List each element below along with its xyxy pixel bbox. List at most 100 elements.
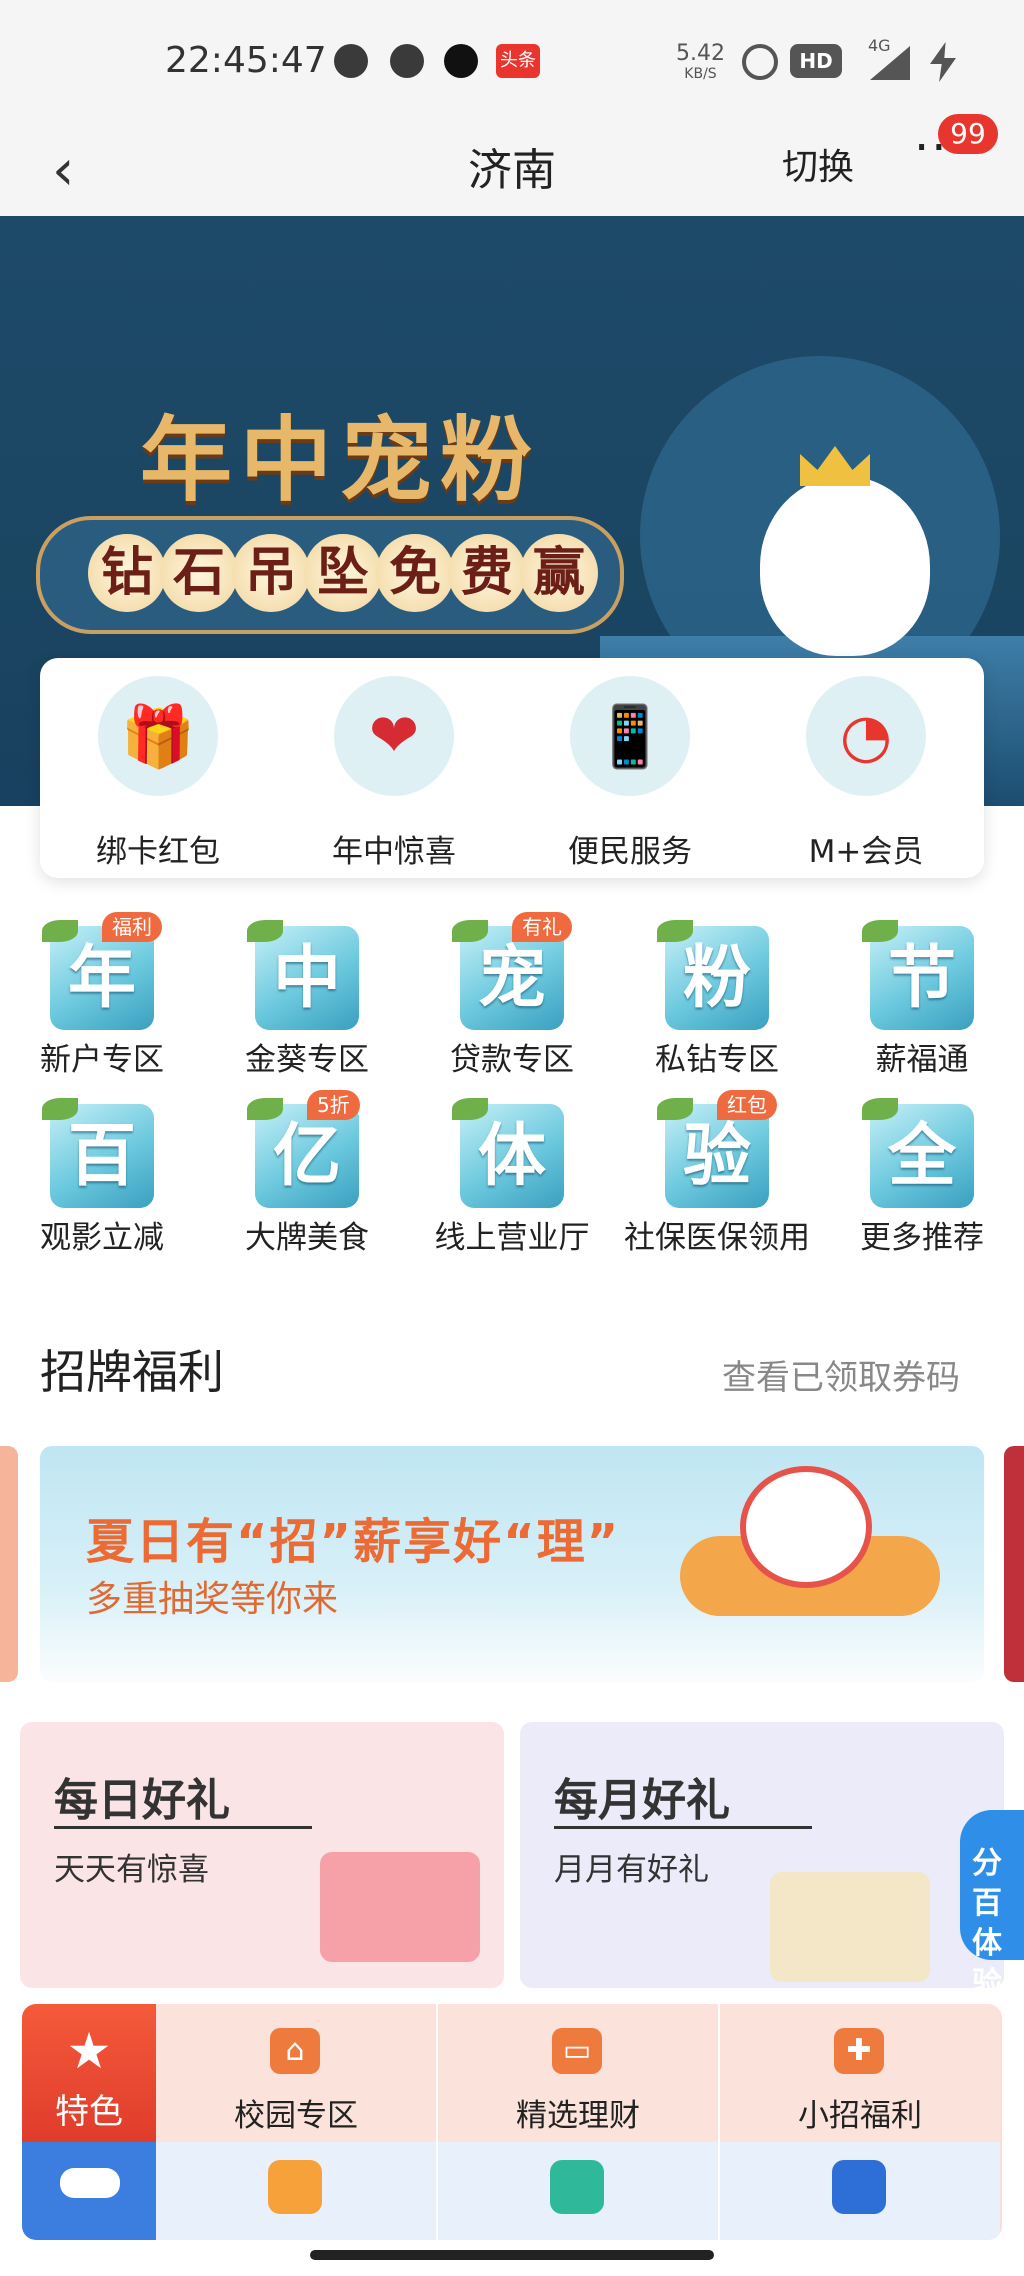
alarm-icon (742, 44, 778, 80)
grid-divider (718, 2004, 720, 2240)
home-indicator[interactable] (310, 2250, 714, 2260)
tiktok-icon (444, 44, 478, 78)
quick-item-bind-card[interactable]: 🎁 绑卡红包 (40, 658, 276, 878)
monthly-gift-card[interactable]: 每月好礼 月月有好礼 (520, 1722, 1004, 1988)
grid-item-new-user[interactable]: 年 福利 新户专区 (2, 912, 202, 1078)
carousel-next-card[interactable] (1004, 1446, 1024, 1682)
quick-item-convenience[interactable]: 📱 便民服务 (512, 658, 748, 878)
ofo-item[interactable] (438, 2142, 718, 2240)
campus-zone-item[interactable]: ⌂ 校园专区 (156, 2004, 436, 2142)
view-coupons-link[interactable]: 查看已领取券码 (722, 1350, 960, 1399)
floating-line-1: 分百 (972, 1846, 1002, 1921)
grid-label: 薪福通 (875, 1042, 969, 1078)
charging-icon (930, 42, 956, 82)
page-title: 济南 (468, 145, 556, 196)
wealth-item[interactable]: ▭ 精选理财 (438, 2004, 718, 2142)
grid-divider (436, 2004, 438, 2240)
grid-tag: 福利 (102, 912, 162, 942)
grid-item-private-diamond[interactable]: 粉 私钻专区 (617, 916, 817, 1078)
ribbon-char: 吊 (232, 534, 310, 612)
message-icon (334, 44, 368, 78)
grid-item-salary[interactable]: 节 薪福通 (822, 916, 1022, 1078)
ribbon-char: 钻 (88, 534, 166, 612)
leaf-icon (452, 1098, 488, 1120)
pilot-cat-image (740, 1466, 872, 1588)
grid-label: 社保医保领用 (624, 1220, 810, 1256)
carousel-prev-card[interactable] (0, 1446, 18, 1682)
gift-icon: ✚ (834, 2028, 884, 2074)
promo-headline: 夏日有“招”薪享好“理” (86, 1514, 621, 1570)
net-speed-unit: KB/S (684, 66, 717, 82)
leaf-icon (247, 1098, 283, 1120)
toutiao-icon: 头条 (496, 44, 540, 78)
gift-divider (54, 1826, 312, 1829)
grid-label: 更多推荐 (860, 1220, 984, 1256)
grid-tag: 5折 (307, 1090, 360, 1120)
grid-item-gold-sunflower[interactable]: 中 金葵专区 (207, 916, 407, 1078)
switch-city-button[interactable]: 切换 (782, 138, 854, 190)
railway-item[interactable] (720, 2142, 1000, 2240)
feature-tab[interactable]: ★ 特色 (22, 2004, 156, 2142)
status-bar: 22:45:47 头条 5.42 KB/S HD 4G (0, 0, 1024, 120)
quick-item-label: 便民服务 (568, 834, 692, 870)
car-tab[interactable] (22, 2142, 156, 2240)
tile-char-icon: 全 (870, 1104, 974, 1208)
leaf-icon (42, 920, 78, 942)
grid-label: 贷款专区 (450, 1042, 574, 1078)
grid-label: 私钻专区 (655, 1042, 779, 1078)
banner-headline: 年中宠粉 (140, 406, 541, 514)
ribbon-char: 费 (448, 534, 526, 612)
ribbon-char: 石 (160, 534, 238, 612)
grid-item-more[interactable]: 全 更多推荐 (822, 1094, 1022, 1256)
grid-item-movie[interactable]: 百 观影立减 (2, 1094, 202, 1256)
gift-subtitle: 月月有好礼 (554, 1852, 709, 1888)
grid-item-food[interactable]: 亿 5折 大牌美食 (207, 1090, 407, 1256)
daily-gift-card[interactable]: 每日好礼 天天有惊喜 (20, 1722, 504, 1988)
tile-char-icon: 体 (460, 1104, 564, 1208)
feature-grid: ★ 特色 ⌂ 校园专区 ▭ 精选理财 ✚ 小招福利 (22, 2004, 1002, 2240)
quick-item-label: M+会员 (808, 834, 924, 870)
ribbon-char: 坠 (304, 534, 382, 612)
didi-icon (268, 2160, 322, 2214)
ribbon-char: 赢 (520, 534, 598, 612)
leaf-icon (657, 920, 693, 942)
quick-item-member[interactable]: ◔ M+会员 (748, 658, 984, 878)
grid-item-online-hall[interactable]: 体 线上营业厅 (412, 1094, 612, 1256)
gift-title: 每月好礼 (554, 1775, 730, 1826)
grid-item-loan[interactable]: 宠 有礼 贷款专区 (412, 912, 612, 1078)
gift-subtitle: 天天有惊喜 (54, 1852, 209, 1888)
grid-tag: 有礼 (512, 912, 572, 942)
ofo-icon (550, 2160, 604, 2214)
tile-char-icon: 节 (870, 926, 974, 1030)
grid-label: 线上营业厅 (434, 1220, 590, 1256)
feature-label: 特色 (55, 2092, 123, 2132)
leaf-icon (657, 1098, 693, 1120)
tile-char-icon: 百 (50, 1104, 154, 1208)
railway-icon (832, 2160, 886, 2214)
tile-char-icon: 中 (255, 926, 359, 1030)
promo-subtitle: 多重抽奖等你来 (86, 1579, 339, 1620)
didi-item[interactable] (156, 2142, 436, 2240)
net-speed-value: 5.42 (676, 41, 725, 66)
quick-item-label: 绑卡红包 (96, 834, 220, 870)
quick-actions-card: 🎁 绑卡红包 ❤ 年中惊喜 📱 便民服务 ◔ M+会员 (40, 658, 984, 878)
grid-label: 金葵专区 (245, 1042, 369, 1078)
floating-experience-button[interactable]: 分百 体验 (960, 1810, 1024, 2001)
browser-icon (390, 44, 424, 78)
summer-promo-banner[interactable]: 夏日有“招”薪享好“理” 多重抽奖等你来 (40, 1446, 984, 1682)
quick-item-midyear-surprise[interactable]: ❤ 年中惊喜 (276, 658, 512, 878)
leaf-icon (862, 1098, 898, 1120)
benefits-item[interactable]: ✚ 小招福利 (720, 2004, 1000, 2142)
cell-label: 精选理财 (516, 2098, 640, 2134)
heart-icon: ❤ (334, 676, 454, 796)
hd-badge: HD (790, 44, 842, 78)
leaf-icon (862, 920, 898, 942)
grid-item-social-security[interactable]: 验 红包 社保医保领用 (617, 1090, 817, 1256)
mascot-cat-image (760, 476, 930, 656)
grid-tag: 红包 (717, 1090, 777, 1120)
gift-box-image (770, 1872, 930, 1982)
net-speed: 5.42 KB/S (676, 41, 725, 84)
wallet-icon: ▭ (552, 2028, 602, 2074)
star-icon: ★ (66, 2022, 112, 2080)
signal-label: 4G (868, 36, 891, 55)
